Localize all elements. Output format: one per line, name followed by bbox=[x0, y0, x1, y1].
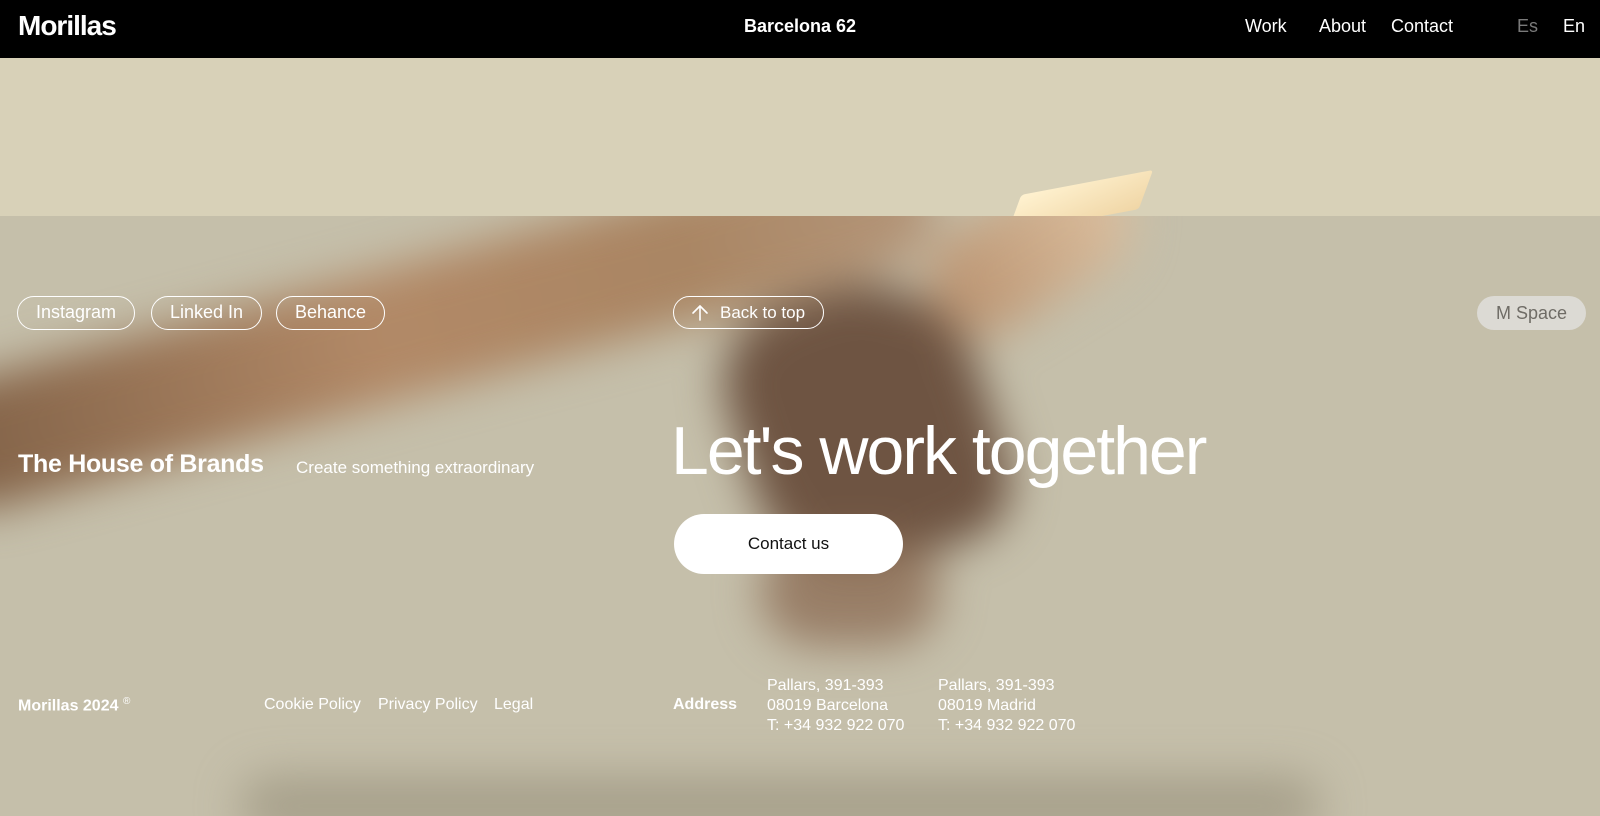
arrow-up-icon bbox=[690, 303, 710, 323]
copyright: Morillas 2024 ® bbox=[18, 696, 130, 715]
address-city: 08019 Madrid bbox=[938, 697, 1036, 714]
address-label: Address bbox=[673, 696, 738, 713]
legal-link[interactable]: Legal bbox=[494, 696, 533, 714]
nav-contact[interactable]: Contact bbox=[1391, 16, 1453, 37]
address-city: 08019 Barcelona bbox=[767, 697, 888, 714]
instagram-link[interactable]: Instagram bbox=[17, 296, 136, 330]
nav-about[interactable]: About bbox=[1319, 16, 1366, 37]
site-footer: Instagram Linked In Behance Back to top … bbox=[0, 216, 1600, 816]
back-to-top-button[interactable]: Back to top bbox=[673, 296, 825, 329]
linkedin-link[interactable]: Linked In bbox=[151, 296, 263, 330]
back-to-top-label: Back to top bbox=[720, 302, 806, 322]
hero-band bbox=[0, 58, 1600, 216]
lang-es[interactable]: Es bbox=[1517, 16, 1538, 37]
site-header: Morillas Barcelona 62 Work About Contact… bbox=[0, 0, 1600, 58]
bg-finger-shape bbox=[907, 216, 1153, 356]
hero-highlight bbox=[1006, 169, 1154, 216]
address-street: Pallars, 391-393 bbox=[767, 677, 884, 694]
address-barcelona: Pallars, 391-393 08019 Barcelona T: +34 … bbox=[767, 676, 904, 736]
address-madrid: Pallars, 391-393 08019 Madrid T: +34 932… bbox=[938, 676, 1075, 736]
address-phone[interactable]: T: +34 932 922 070 bbox=[938, 716, 1075, 736]
lang-en[interactable]: En bbox=[1563, 16, 1585, 37]
registered-mark: ® bbox=[122, 696, 131, 707]
cookie-policy-link[interactable]: Cookie Policy bbox=[264, 696, 361, 714]
address-street: Pallars, 391-393 bbox=[938, 677, 1055, 694]
bg-bottom-shape bbox=[240, 776, 1320, 816]
mspace-button[interactable]: M Space bbox=[1477, 296, 1587, 330]
cta-heading: Let's work together bbox=[671, 413, 1207, 489]
copyright-text: Morillas 2024 bbox=[18, 697, 119, 715]
behance-link[interactable]: Behance bbox=[276, 296, 386, 330]
privacy-policy-link[interactable]: Privacy Policy bbox=[378, 696, 478, 714]
address-phone[interactable]: T: +34 932 922 070 bbox=[767, 716, 904, 736]
contact-us-button[interactable]: Contact us bbox=[674, 514, 903, 574]
page: Morillas Barcelona 62 Work About Contact… bbox=[0, 0, 1600, 816]
brand-tagline: Create something extraordinary bbox=[296, 458, 535, 477]
brand-title: The House of Brands bbox=[18, 450, 264, 478]
nav-work[interactable]: Work bbox=[1245, 16, 1287, 37]
